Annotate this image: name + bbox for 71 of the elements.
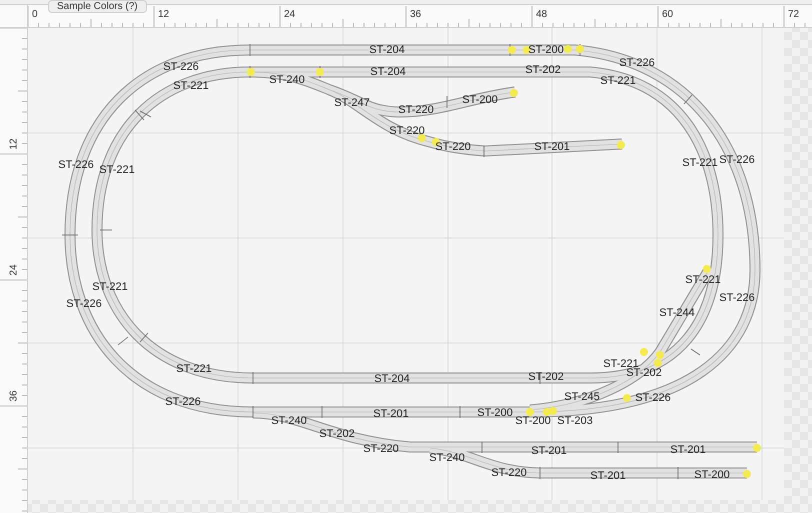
connector-dot[interactable]: [247, 68, 255, 76]
track-label: ST-202: [626, 366, 662, 379]
track-label: ST-247: [334, 96, 370, 109]
track-label: ST-226: [163, 60, 199, 73]
track-label: ST-226: [635, 392, 671, 404]
ruler-label: 12: [8, 138, 20, 150]
ruler-label: 36: [410, 9, 422, 20]
connector-dot[interactable]: [508, 46, 516, 54]
ruler-label: 60: [662, 9, 674, 20]
connector-dot[interactable]: [617, 141, 625, 149]
track-label: ST-226: [165, 396, 201, 408]
track-label: ST-201: [373, 408, 409, 420]
track-label: ST-240: [271, 414, 307, 427]
track-label: ST-201: [590, 470, 626, 482]
ruler-label: 48: [536, 9, 548, 20]
connector-dot[interactable]: [576, 45, 584, 53]
track-label: ST-204: [369, 44, 405, 56]
track-label: ST-221: [99, 164, 135, 176]
track-label: ST-200: [477, 406, 513, 419]
track-label: ST-244: [659, 306, 695, 319]
track-label: ST-204: [374, 372, 410, 385]
track-label: ST-221: [685, 274, 721, 286]
connector-dot[interactable]: [623, 394, 631, 402]
ruler-label: 12: [158, 9, 170, 20]
connector-dot[interactable]: [526, 408, 534, 416]
connector-dot[interactable]: [656, 351, 664, 359]
track-label: ST-245: [564, 390, 600, 403]
track-label: ST-221: [682, 156, 718, 169]
connector-dot[interactable]: [640, 348, 648, 356]
track-label: ST-226: [619, 56, 655, 69]
track-label: ST-220: [398, 104, 434, 116]
connector-dot[interactable]: [654, 359, 662, 367]
ruler-label: 0: [32, 9, 38, 20]
ruler-label: 72: [788, 9, 800, 20]
track-label: ST-221: [173, 80, 209, 92]
track-label: ST-201: [531, 444, 567, 457]
track-label: ST-240: [269, 74, 305, 86]
track-label: ST-221: [92, 280, 128, 293]
track-label: ST-221: [600, 74, 636, 87]
track-label: ST-240: [429, 452, 465, 464]
track-label: ST-226: [719, 154, 755, 166]
track-label: ST-226: [58, 158, 94, 171]
track-label: ST-201: [670, 444, 706, 456]
document-tab[interactable]: Sample Colors (?): [48, 0, 147, 13]
track-label: ST-220: [491, 466, 527, 479]
connector-dot[interactable]: [316, 68, 324, 76]
connector-dot[interactable]: [418, 134, 426, 142]
track-label: ST-200: [694, 468, 730, 481]
connector-dot[interactable]: [549, 407, 557, 415]
connector-dot[interactable]: [510, 89, 518, 97]
ruler-label: 24: [284, 9, 296, 20]
track-label: ST-221: [176, 362, 212, 375]
track-label: ST-201: [534, 140, 570, 153]
track-label: ST-202: [525, 64, 561, 76]
ruler-label: 24: [8, 264, 20, 276]
connector-dot[interactable]: [743, 470, 751, 478]
track-label: ST-220: [389, 124, 425, 137]
track-label: ST-200: [515, 414, 551, 427]
connector-dot[interactable]: [564, 45, 572, 53]
track-label: ST-226: [66, 298, 102, 310]
track-label: ST-200: [462, 94, 498, 106]
track-label: ST-204: [370, 66, 406, 78]
track-label: ST-202: [319, 428, 355, 440]
track-label: ST-226: [719, 292, 755, 304]
track-label: ST-202: [528, 370, 564, 383]
track-label: ST-220: [435, 140, 471, 153]
track-label: ST-203: [557, 414, 593, 427]
track-label: ST-220: [363, 442, 399, 455]
connector-dot[interactable]: [703, 265, 711, 273]
connector-dot[interactable]: [753, 444, 761, 452]
ruler-label: 36: [8, 390, 20, 402]
